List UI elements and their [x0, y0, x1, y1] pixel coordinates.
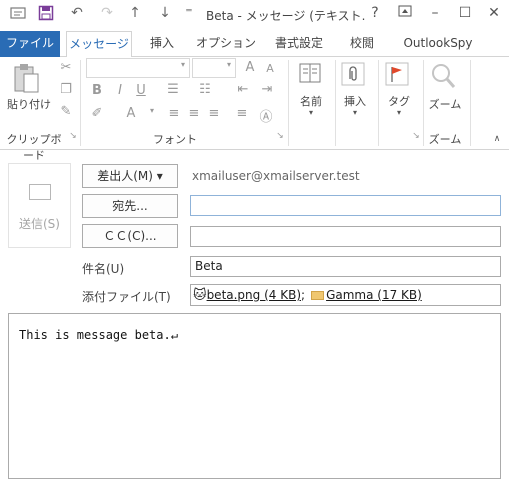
- font-group-label: フォント: [153, 133, 197, 146]
- group-separator: [288, 60, 289, 146]
- flag-icon[interactable]: [385, 62, 411, 88]
- from-value: xmailuser@xmailserver.test: [192, 169, 360, 183]
- align-left-icon[interactable]: ≡: [166, 106, 182, 121]
- group-separator: [80, 60, 81, 146]
- outlook-message-icon: [8, 6, 28, 24]
- cc-field[interactable]: [190, 226, 501, 247]
- cut-icon[interactable]: ✂: [58, 60, 74, 75]
- names-dropdown-icon[interactable]: ▾: [304, 108, 318, 117]
- align-right-icon[interactable]: ≡: [206, 106, 222, 121]
- format-painter-icon[interactable]: ✎: [58, 104, 74, 119]
- address-book-icon[interactable]: [298, 62, 324, 88]
- bold-icon[interactable]: B: [90, 83, 104, 98]
- tab-outlookspy[interactable]: OutlookSpy: [398, 31, 478, 57]
- minimize-icon[interactable]: –: [422, 5, 448, 21]
- tab-format-text[interactable]: 書式設定: [268, 31, 330, 57]
- customize-qat-icon[interactable]: ⁼: [180, 5, 198, 21]
- envelope-icon: [311, 291, 325, 300]
- grow-font-icon[interactable]: A: [242, 60, 258, 75]
- to-button[interactable]: 宛先...: [82, 194, 178, 218]
- next-item-icon[interactable]: ↓: [154, 5, 176, 21]
- bullets-icon[interactable]: ☰: [164, 82, 182, 97]
- subject-label: 件名(U): [82, 262, 125, 276]
- attachments-label: 添付ファイル(T): [82, 290, 171, 304]
- previous-item-icon[interactable]: ↑: [124, 5, 146, 21]
- font-name-combo[interactable]: [86, 58, 190, 78]
- message-body[interactable]: This is message beta.↵: [8, 313, 501, 479]
- justify-icon[interactable]: ≡: [234, 106, 250, 121]
- save-icon[interactable]: [36, 5, 56, 25]
- tags-launcher-icon[interactable]: ↘: [411, 131, 421, 141]
- attachment-beta[interactable]: beta.png (4 KB): [207, 288, 301, 302]
- to-field[interactable]: [190, 195, 501, 216]
- window-title: Beta - メッセージ (テキスト…: [206, 9, 366, 23]
- zoom-magnifier-icon[interactable]: [430, 62, 458, 92]
- undo-icon[interactable]: ↶: [66, 5, 88, 21]
- from-button[interactable]: 差出人(M) ▾: [82, 164, 178, 188]
- tab-insert[interactable]: 挿入: [142, 31, 182, 57]
- highlight-icon[interactable]: ✐: [90, 106, 104, 121]
- cc-button[interactable]: ＣＣ(C)...: [82, 224, 178, 248]
- attachment-separator: ;: [301, 288, 306, 302]
- group-separator: [470, 60, 471, 146]
- help-button[interactable]: ?: [362, 5, 388, 21]
- group-separator: [378, 60, 379, 146]
- insert-dropdown-icon[interactable]: ▾: [348, 108, 362, 117]
- shrink-font-icon[interactable]: A: [262, 62, 278, 75]
- clipboard-group-label: クリップボード: [6, 133, 62, 162]
- send-label: 送信(S): [19, 217, 60, 231]
- ribbon-display-options-icon[interactable]: [392, 5, 418, 21]
- names-label[interactable]: 名前: [292, 93, 330, 109]
- send-button[interactable]: 送信(S): [8, 163, 71, 248]
- paste-icon[interactable]: [12, 62, 46, 96]
- subject-field[interactable]: Beta: [190, 256, 501, 277]
- attachment-gamma[interactable]: Gamma (17 KB): [326, 288, 422, 302]
- maximize-icon[interactable]: ☐: [452, 5, 478, 21]
- copy-icon[interactable]: ❐: [58, 82, 74, 97]
- tab-options[interactable]: オプション: [196, 31, 256, 57]
- close-icon[interactable]: ✕: [481, 5, 507, 21]
- tab-message[interactable]: メッセージ: [66, 31, 132, 58]
- numbering-icon[interactable]: ☷: [196, 82, 214, 97]
- font-launcher-icon[interactable]: ↘: [275, 131, 285, 141]
- font-name-dropdown-icon[interactable]: ▾: [176, 60, 190, 69]
- zoom-button-label[interactable]: ズーム: [424, 96, 466, 112]
- decrease-indent-icon[interactable]: ⇤: [234, 82, 252, 97]
- underline-icon[interactable]: U: [134, 83, 148, 98]
- attachments-field[interactable]: 🐱beta.png (4 KB); Gamma (17 KB): [190, 284, 501, 306]
- tags-dropdown-icon[interactable]: ▾: [392, 108, 406, 117]
- clipboard-launcher-icon[interactable]: ↘: [68, 131, 78, 141]
- font-color-icon[interactable]: A: [124, 106, 138, 121]
- message-body-text: This is message beta.↵: [19, 328, 178, 342]
- italic-icon[interactable]: I: [113, 83, 127, 98]
- increase-indent-icon[interactable]: ⇥: [258, 82, 276, 97]
- cat-icon: 🐱: [193, 288, 207, 303]
- zoom-group-label: ズーム: [428, 133, 462, 146]
- tab-file[interactable]: ファイル: [0, 31, 60, 57]
- send-envelope-icon: [29, 184, 51, 200]
- font-color-dropdown-icon[interactable]: ▾: [146, 106, 158, 115]
- font-size-dropdown-icon[interactable]: ▾: [222, 60, 236, 69]
- redo-icon[interactable]: ↷: [96, 5, 118, 21]
- tab-review[interactable]: 校閲: [342, 31, 382, 57]
- align-center-icon[interactable]: ≡: [186, 106, 202, 121]
- tags-label[interactable]: タグ: [380, 93, 418, 109]
- paperclip-icon[interactable]: [341, 62, 367, 88]
- clear-formatting-icon[interactable]: Ⓐ: [258, 106, 274, 125]
- insert-label[interactable]: 挿入: [336, 93, 374, 109]
- collapse-ribbon-icon[interactable]: ∧: [490, 134, 504, 144]
- paste-label[interactable]: 貼り付け: [4, 96, 54, 112]
